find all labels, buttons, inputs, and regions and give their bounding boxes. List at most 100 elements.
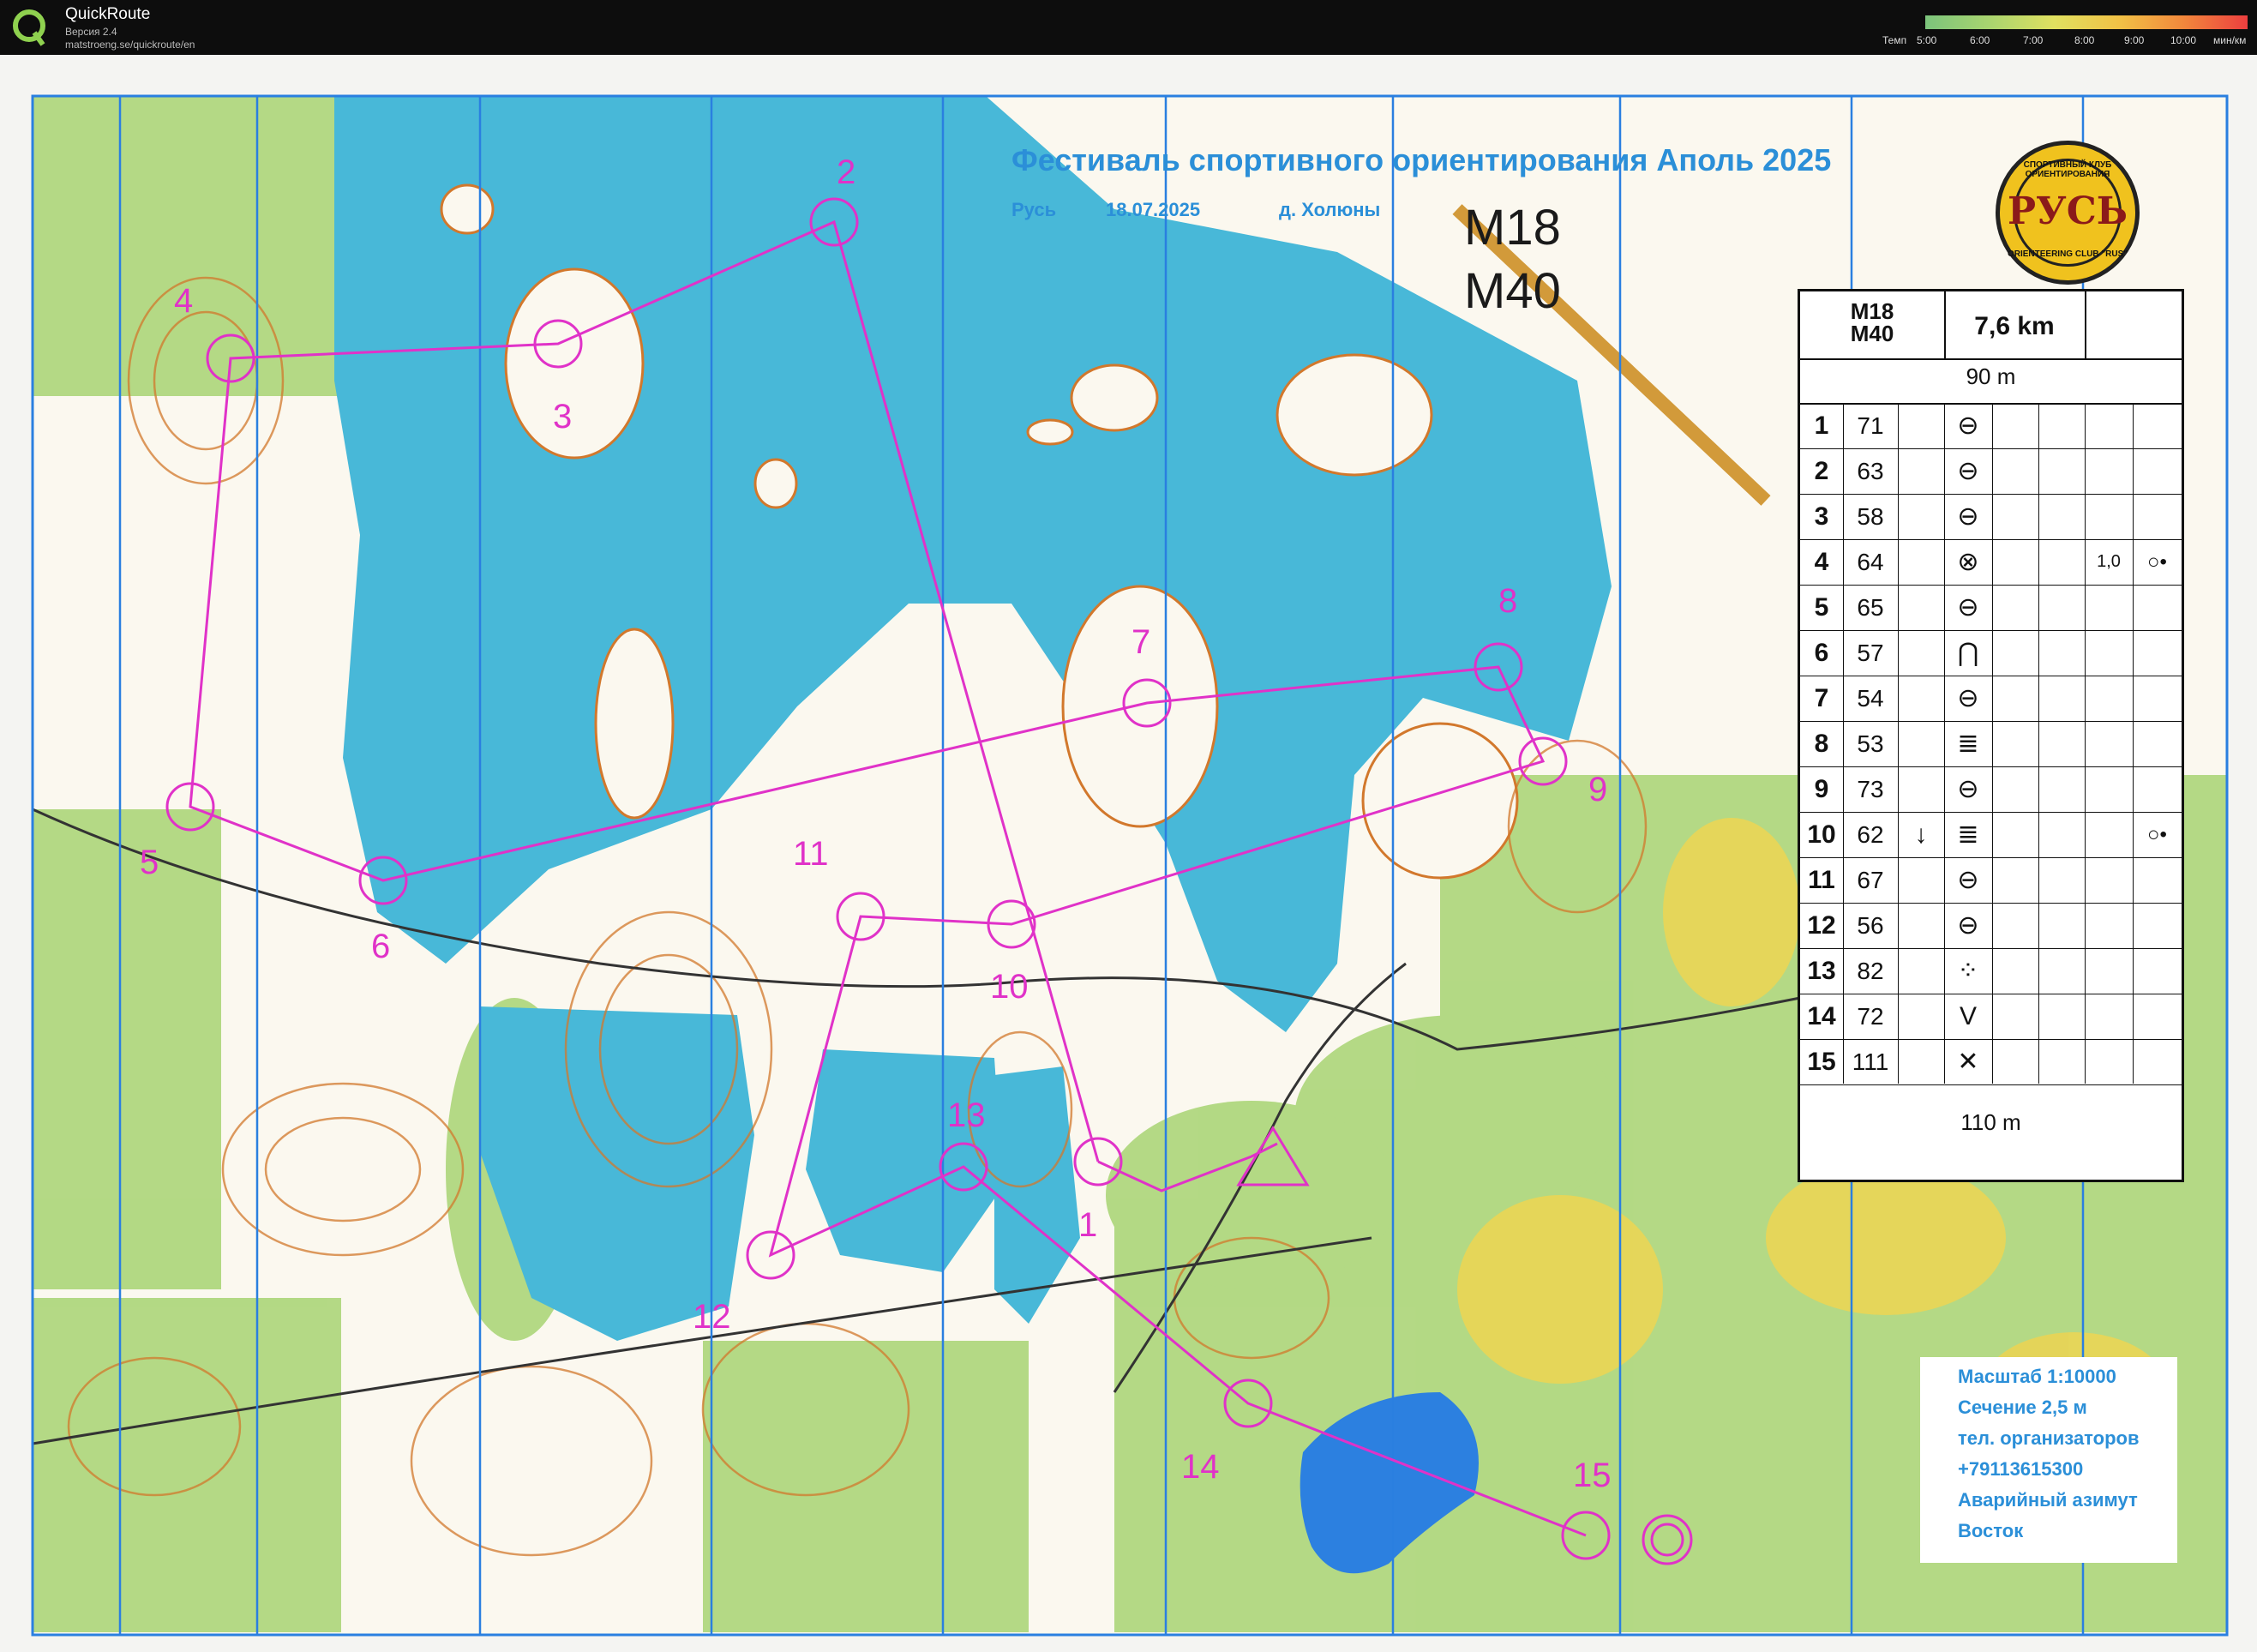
cd-control-code: 67 [1857, 867, 1884, 893]
cd-feature-symbol: ⁘ [1957, 957, 1979, 985]
cd-feature-symbol: ⋂ [1957, 639, 1979, 667]
pace-label: Темп [1882, 34, 1907, 46]
cd-control-number: 1 [1814, 411, 1829, 440]
cd-control-number: 7 [1814, 684, 1829, 712]
control-number: 15 [1573, 1457, 1612, 1494]
event-date: 18.07.2025 [1106, 199, 1201, 220]
control-description-sheet: M18 M40 7,6 km 90 m 1 71 ⊖ 2 63 ⊖ 3 58 ⊖ 4 64 ⊗ 1,0 ○… [1798, 289, 2184, 1182]
pace-tick: 6:00 [1970, 34, 1990, 46]
cd-control-code: 63 [1857, 458, 1884, 484]
logo-top-text: СПОРТИВНЫЙ КЛУБ ОРИЕНТИРОВАНИЯ [2023, 160, 2112, 179]
cd-control-code: 71 [1857, 412, 1884, 439]
control-number: 3 [553, 398, 572, 436]
cd-control-number: 2 [1814, 457, 1829, 485]
cd-location-symbol: ○• [2147, 550, 2167, 574]
pace-tick: 5:00 [1917, 34, 1937, 46]
legend-line: тел. организаторов [1958, 1427, 2140, 1449]
legend-line: +79113615300 [1958, 1458, 2084, 1480]
cd-feature-symbol: ≣ [1957, 820, 1979, 849]
control-number: 13 [947, 1096, 986, 1134]
cd-dimension: 1,0 [2097, 552, 2121, 571]
cd-control-number: 4 [1814, 548, 1829, 576]
legend-line: Аварийный азимут [1958, 1489, 2138, 1511]
cd-feature-symbol: ⊖ [1957, 775, 1979, 803]
cd-location-symbol: ○• [2147, 823, 2167, 846]
control-number: 1 [1078, 1206, 1097, 1244]
cd-control-code: 72 [1857, 1003, 1884, 1030]
control-number: 7 [1132, 623, 1150, 661]
legend-line: Сечение 2,5 м [1958, 1397, 2087, 1418]
cd-row: 14 72 V [1800, 994, 2182, 1040]
cd-feature-symbol: V [1959, 1002, 1977, 1030]
cd-feature-symbol: ⊖ [1957, 866, 1979, 894]
cd-control-number: 9 [1814, 775, 1829, 803]
control-number: 2 [837, 153, 855, 191]
app-url: matstroeng.se/quickroute/en [65, 39, 195, 51]
control-number: 5 [140, 844, 159, 881]
control-number: 14 [1181, 1448, 1220, 1486]
cd-control-code: 57 [1857, 640, 1884, 666]
club-logo: СПОРТИВНЫЙ КЛУБ ОРИЕНТИРОВАНИЯ РУСЬ ORIE… [1996, 141, 2140, 285]
app-version: Версия 2.4 [65, 26, 117, 38]
cd-row: 13 82 ⁘ [1800, 948, 2182, 994]
cd-length: 7,6 km [1974, 312, 2055, 340]
cd-feature-symbol: ⊖ [1957, 684, 1979, 712]
class-label: M40 [1464, 263, 1561, 319]
cd-row: 4 64 ⊗ 1,0 ○• [1800, 539, 2182, 586]
cd-control-number: 10 [1807, 820, 1836, 849]
pace-tick: 9:00 [2124, 34, 2145, 46]
cd-row: 5 65 ⊖ [1800, 585, 2182, 631]
cd-row: 11 67 ⊖ [1800, 857, 2182, 904]
cd-start-distance: 90 m [1966, 363, 2016, 389]
cd-control-code: 62 [1857, 821, 1884, 848]
cd-control-number: 3 [1814, 502, 1829, 531]
cd-control-code: 64 [1857, 549, 1884, 575]
cd-control-code: 58 [1857, 503, 1884, 530]
cd-row: 9 73 ⊖ [1800, 766, 2182, 813]
pace-scale: Темп 5:00 6:00 7:00 8:00 9:00 10:00 мин/… [1877, 14, 2254, 48]
cd-class: M18 M40 [1850, 298, 1894, 346]
cd-control-number: 11 [1808, 866, 1835, 894]
cd-row: 1 71 ⊖ [1800, 403, 2182, 449]
pace-tick: 7:00 [2023, 34, 2044, 46]
cd-control-code: 73 [1857, 776, 1884, 802]
control-number: 4 [174, 282, 193, 320]
pace-tick: 10:00 [2170, 34, 2197, 46]
event-title: Фестиваль спортивного ориентирования Апо… [1011, 142, 1832, 177]
class-label: M18 [1464, 200, 1561, 255]
cd-control-code: 65 [1857, 594, 1884, 621]
map-legend: Масштаб 1:10000 Сечение 2,5 м тел. орган… [1920, 1357, 2177, 1563]
cd-which-symbol: ↓ [1914, 820, 1928, 849]
cd-start-row: 90 m [1800, 358, 2182, 405]
legend-line: Масштаб 1:10000 [1958, 1366, 2116, 1387]
logo-bottom-text: ORIENTEERING CLUB "RUS" [2007, 249, 2128, 259]
cd-control-number: 5 [1814, 593, 1829, 622]
pace-gradient [1925, 15, 2248, 29]
cd-feature-symbol: ⊖ [1957, 502, 1979, 531]
pace-tick: 8:00 [2074, 34, 2095, 46]
cd-divider [2085, 291, 2086, 358]
cd-control-number: 13 [1807, 957, 1836, 985]
cd-row: 3 58 ⊖ [1800, 494, 2182, 540]
cd-control-number: 6 [1814, 639, 1829, 667]
event-place: Русь [1011, 199, 1057, 220]
app-titlebar: QuickRoute Версия 2.4 matstroeng.se/quic… [0, 0, 2257, 55]
cd-row: 10 62 ↓ ≣ ○• [1800, 812, 2182, 858]
cd-control-number: 8 [1814, 730, 1829, 758]
cd-feature-symbol: ⊖ [1957, 593, 1979, 622]
control-number: 9 [1588, 771, 1607, 808]
cd-row: 7 54 ⊖ [1800, 676, 2182, 722]
cd-control-code: 82 [1857, 958, 1884, 984]
cd-control-code: 53 [1857, 730, 1884, 757]
cd-feature-symbol: ✕ [1957, 1048, 1979, 1076]
cd-header: M18 M40 7,6 km [1800, 291, 2182, 360]
control-number: 12 [693, 1298, 731, 1336]
cd-row: 6 57 ⋂ [1800, 630, 2182, 676]
cd-row: 8 53 ≣ [1800, 721, 2182, 767]
cd-control-number: 15 [1807, 1048, 1836, 1076]
control-number: 10 [990, 968, 1029, 1006]
cd-control-code: 56 [1857, 912, 1884, 939]
cd-feature-symbol: ⊖ [1957, 457, 1979, 485]
cd-row: 15 111 ✕ [1800, 1039, 2182, 1085]
cd-control-code: 54 [1857, 685, 1884, 712]
